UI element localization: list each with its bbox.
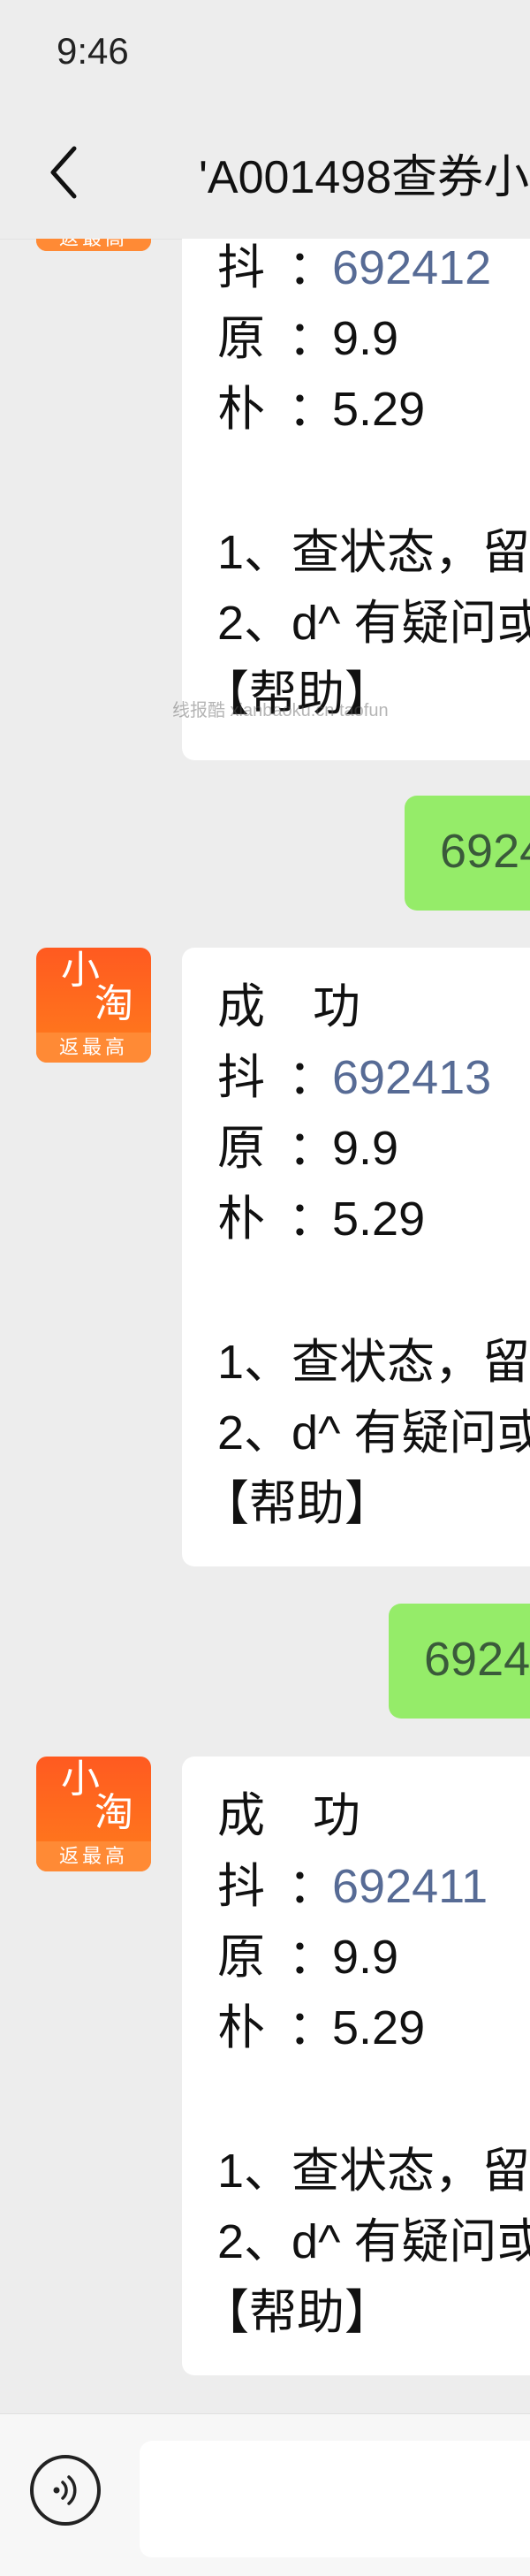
bot-avatar[interactable]: 小 淘 返最高	[36, 948, 151, 1063]
pu-value: 5.29	[332, 2001, 426, 2054]
dou-line: 抖 ：692411	[217, 1857, 488, 1916]
pu-line: 朴 ：5.29	[217, 380, 425, 438]
colon: ：	[288, 2001, 336, 2054]
yuan-value: 9.9	[332, 1122, 399, 1175]
dou-line: 抖 ：692412	[217, 239, 491, 297]
pu-value: 5.29	[332, 1193, 426, 1246]
sent-text: 6924	[424, 1633, 530, 1686]
yuan-line: 原 ：9.9	[217, 309, 398, 368]
yuan-label: 原	[217, 312, 265, 365]
avatar-ribbon: 返最高	[36, 1033, 151, 1063]
back-button[interactable]	[42, 141, 87, 203]
received-message[interactable]: 成 功 抖：692413 原：9.9 朴：5.29 1、查状态，留 2、d^ 有…	[182, 948, 530, 1566]
chat-title: 'A001498查券小	[199, 152, 530, 203]
avatar-brand: 小 淘	[45, 1760, 142, 1840]
dou-label: 抖	[217, 1860, 265, 1913]
pu-line: 朴 ：5.29	[217, 1190, 425, 1248]
yuan-line: 原 ：9.9	[217, 1119, 398, 1177]
status-time: 9:46	[57, 30, 129, 72]
sent-text: 6924	[440, 825, 530, 878]
help-link[interactable]: 【帮助】	[201, 1475, 392, 1533]
colon: ：	[288, 1122, 336, 1175]
colon: ：	[288, 383, 336, 436]
received-message[interactable]: 成 功 抖：692411 原：9.9 朴：5.29 1、查状态，留 2、d^ 有…	[182, 1757, 530, 2375]
tip-line-2: 2、d^ 有疑问或	[217, 1406, 530, 1459]
tip-line-1: 1、查状态，留	[217, 526, 530, 579]
pu-label: 朴	[217, 383, 265, 436]
received-message[interactable]: 抖：692412 原：9.9 朴：5.29 1、查状态，留 2、d^ 有疑问或 …	[182, 239, 530, 760]
tip-line-1: 1、查状态，留	[217, 2145, 530, 2198]
bot-avatar[interactable]: 返最高	[36, 239, 151, 251]
dou-value: 692413	[332, 1051, 492, 1104]
watermark: 线报酷 xianbaoku.cn taofun	[172, 701, 389, 720]
dou-label: 抖	[217, 241, 265, 294]
chat-input-bar	[0, 2413, 530, 2576]
message-input[interactable]	[140, 2441, 530, 2557]
colon: ：	[288, 1051, 336, 1104]
yuan-value: 9.9	[332, 1931, 399, 1984]
tip-line-2: 2、d^ 有疑问或	[217, 597, 530, 650]
avatar-brand-char: 淘	[95, 981, 133, 1026]
yuan-label: 原	[217, 1931, 265, 1984]
voice-input-button[interactable]	[30, 2455, 101, 2526]
status-bar: 9:46	[0, 0, 530, 106]
chat-message-list[interactable]: 返最高 抖：692412 原：9.9 朴：5.29 1、查状态，留 2、d^ 有…	[0, 239, 530, 2413]
tip-line-2: 2、d^ 有疑问或	[217, 2215, 530, 2268]
chat-header: 'A001498查券小	[0, 106, 530, 240]
dou-label: 抖	[217, 1051, 265, 1104]
avatar-ribbon: 返最高	[36, 239, 151, 251]
avatar-brand-char: 淘	[95, 1790, 133, 1835]
bot-avatar[interactable]: 小 淘 返最高	[36, 1757, 151, 1871]
pu-label: 朴	[217, 2001, 265, 2054]
pu-value: 5.29	[332, 383, 426, 436]
success-line: 成 功	[217, 980, 360, 1033]
pu-line: 朴 ：5.29	[217, 1999, 425, 2057]
colon: ：	[288, 312, 336, 365]
yuan-value: 9.9	[332, 312, 399, 365]
dou-value: 692412	[332, 241, 492, 294]
voice-input-icon	[53, 2475, 77, 2505]
yuan-label: 原	[217, 1122, 265, 1175]
sent-message[interactable]: 6924	[405, 796, 530, 911]
yuan-line: 原 ：9.9	[217, 1928, 398, 1986]
colon: ：	[288, 1931, 336, 1984]
avatar-brand: 小 淘	[45, 951, 142, 1031]
success-line: 成 功	[217, 1789, 360, 1842]
tip-line-1: 1、查状态，留	[217, 1336, 530, 1389]
avatar-ribbon: 返最高	[36, 1841, 151, 1871]
pu-label: 朴	[217, 1193, 265, 1246]
colon: ：	[288, 1860, 336, 1913]
chevron-left-icon	[50, 146, 77, 199]
help-link[interactable]: 【帮助】	[201, 2283, 392, 2342]
colon: ：	[288, 1193, 336, 1246]
dou-line: 抖 ：692413	[217, 1048, 491, 1107]
colon: ：	[288, 241, 336, 294]
dou-value: 692411	[332, 1860, 488, 1913]
sent-message[interactable]: 6924	[389, 1604, 530, 1719]
